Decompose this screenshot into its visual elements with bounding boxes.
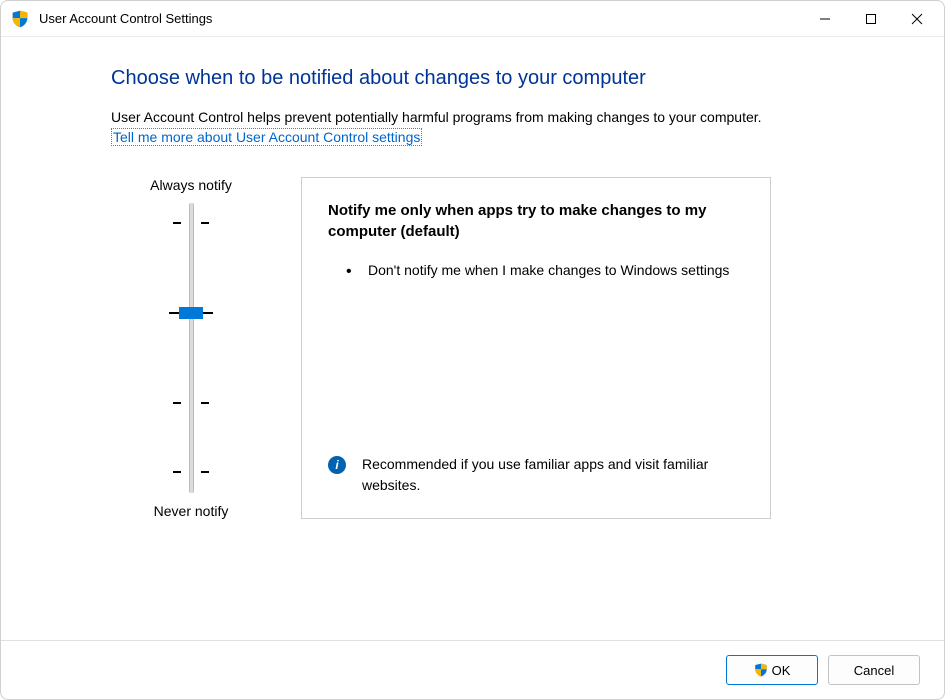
- slider-column: Always notify Never notify: [111, 177, 261, 519]
- notification-slider[interactable]: [161, 203, 221, 493]
- cancel-button[interactable]: Cancel: [828, 655, 920, 685]
- titlebar: User Account Control Settings: [1, 1, 944, 37]
- window-controls: [802, 3, 940, 35]
- shield-icon: [754, 663, 768, 677]
- minimize-button[interactable]: [802, 3, 848, 35]
- cancel-button-label: Cancel: [854, 663, 894, 678]
- slider-thumb[interactable]: [179, 307, 203, 319]
- maximize-button[interactable]: [848, 3, 894, 35]
- info-bullet: Don't notify me when I make changes to W…: [346, 260, 744, 281]
- info-bullet-list: Don't notify me when I make changes to W…: [328, 260, 744, 444]
- info-recommendation-row: i Recommended if you use familiar apps a…: [328, 454, 744, 496]
- info-recommendation-text: Recommended if you use familiar apps and…: [362, 454, 744, 496]
- close-button[interactable]: [894, 3, 940, 35]
- page-heading: Choose when to be notified about changes…: [111, 67, 884, 90]
- slider-top-label: Always notify: [150, 177, 232, 193]
- content-area: Choose when to be notified about changes…: [1, 37, 944, 640]
- shield-icon: [11, 10, 29, 28]
- info-panel: Notify me only when apps try to make cha…: [301, 177, 771, 519]
- info-title: Notify me only when apps try to make cha…: [328, 200, 744, 242]
- ok-button[interactable]: OK: [726, 655, 818, 685]
- ok-button-label: OK: [772, 663, 791, 678]
- learn-more-link[interactable]: Tell me more about User Account Control …: [111, 128, 422, 146]
- button-bar: OK Cancel: [1, 640, 944, 699]
- page-description: User Account Control helps prevent poten…: [111, 108, 884, 128]
- slider-bottom-label: Never notify: [154, 503, 229, 519]
- info-icon: i: [328, 456, 346, 474]
- settings-row: Always notify Never notify Notify me onl…: [111, 177, 884, 519]
- window-title: User Account Control Settings: [39, 11, 802, 26]
